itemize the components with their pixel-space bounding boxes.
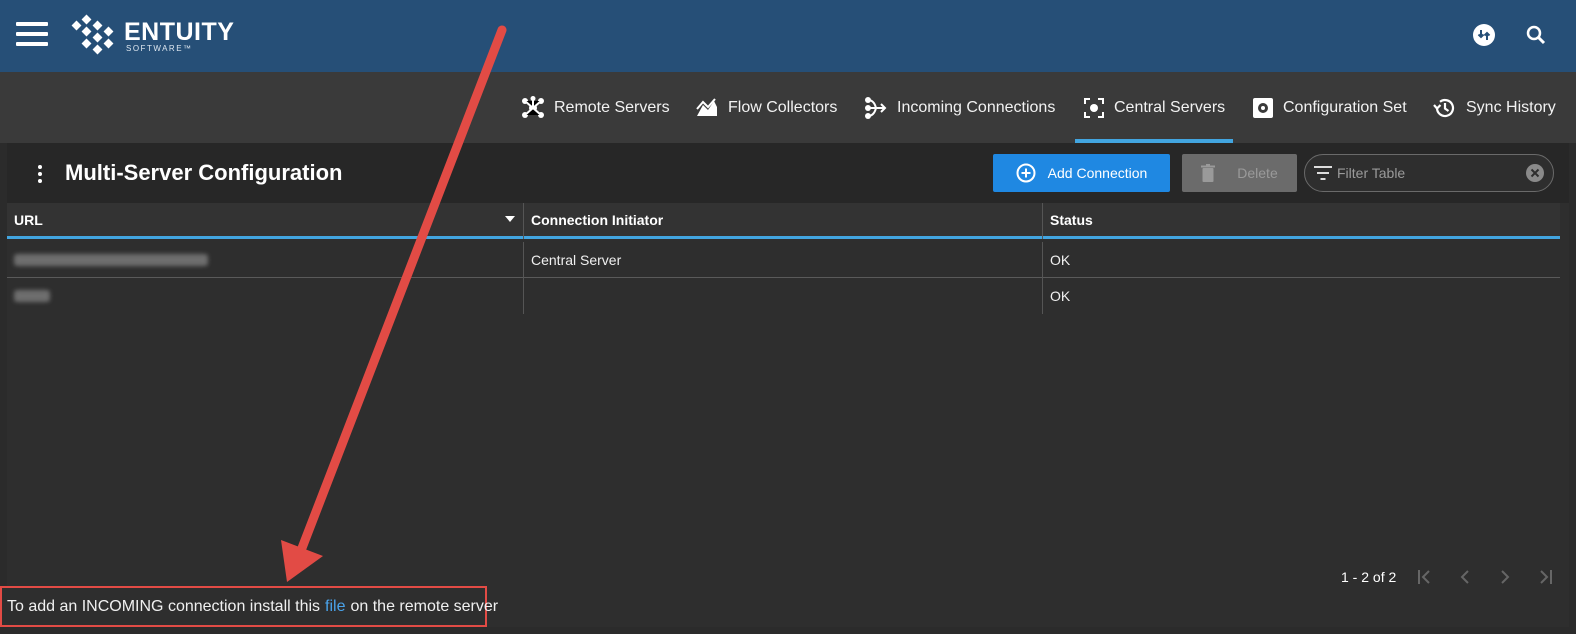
column-header-label: URL [14,211,43,228]
tab-incoming-connections[interactable]: Incoming Connections [864,72,1055,143]
tab-central-servers[interactable]: Central Servers [1075,72,1234,143]
url-cell [7,242,523,278]
download-file-link[interactable]: file [325,598,345,616]
hub-icon [522,95,544,118]
central-icon [1084,97,1104,118]
trash-icon [1201,164,1216,182]
tab-remote-servers[interactable]: Remote Servers [521,72,670,143]
history-icon [1433,98,1455,117]
logo-mark-icon [71,14,114,55]
table-row[interactable]: OK [7,278,1560,314]
column-header-connection-initiator[interactable]: Connection Initiator [524,203,1042,236]
initiator-cell: Central Server [531,252,622,268]
logo-name: ENTUITY [124,17,235,46]
table-row[interactable]: Central Server OK [7,242,1560,278]
clear-icon[interactable] [1525,163,1545,183]
tab-label: Configuration Set [1283,98,1407,116]
config-icon [1253,97,1273,118]
first-page-icon[interactable] [1414,567,1436,587]
page-title: Multi-Server Configuration [65,160,343,185]
tab-flow-collectors[interactable]: Flow Collectors [695,72,837,143]
url-cell [7,278,523,314]
entuity-logo[interactable]: ENTUITY SOFTWARE™ [70,14,234,58]
add-circle-icon [1016,163,1036,183]
incoming-icon [865,96,887,119]
delete-button[interactable]: Delete [1182,154,1297,192]
filter-table-field [1304,154,1554,192]
tab-label: Remote Servers [554,98,670,116]
incoming-connection-note: To add an INCOMING connection install th… [0,586,498,627]
tab-sync-history[interactable]: Sync History [1433,72,1556,143]
main-panel: Multi-Server Configuration Add Connectio… [7,143,1569,627]
delete-label: Delete [1237,165,1278,181]
panel-toolbar: Multi-Server Configuration Add Connectio… [7,143,1569,203]
add-connection-button[interactable]: Add Connection [993,154,1170,192]
flow-icon [696,97,717,116]
status-cell: OK [1050,288,1071,304]
pagination: 1 - 2 of 2 [1341,567,1556,587]
hamburger-menu-icon[interactable] [16,22,48,46]
search-icon[interactable] [1523,22,1549,48]
more-options-icon[interactable] [33,165,47,183]
column-header-label: Status [1050,211,1093,228]
column-header-url[interactable]: URL [7,203,523,236]
tab-label: Sync History [1466,98,1556,116]
app-header: ENTUITY SOFTWARE™ [0,0,1576,72]
add-connection-label: Add Connection [1047,165,1148,181]
table-header: URL Connection Initiator Status [7,203,1560,239]
tab-label: Central Servers [1114,98,1226,116]
page-range: 1 - 2 of 2 [1341,569,1397,585]
status-cell: OK [1050,252,1071,268]
note-text-before: To add an INCOMING connection install th… [7,597,321,615]
next-page-icon[interactable] [1494,567,1516,587]
sync-icon[interactable] [1471,22,1497,48]
tab-configuration-set[interactable]: Configuration Set [1252,72,1407,143]
note-text-after: on the remote server [350,597,499,615]
column-header-status[interactable]: Status [1043,203,1560,236]
section-tabs: Remote Servers Flow Collectors Incoming … [0,72,1576,143]
redacted-url [14,290,50,302]
sort-down-icon[interactable] [505,216,515,222]
initiator-cell [524,278,1042,314]
redacted-url [14,254,208,266]
filter-icon [1314,166,1332,180]
filter-input[interactable] [1337,163,1517,183]
previous-page-icon[interactable] [1454,567,1476,587]
tab-label: Flow Collectors [728,98,838,116]
tab-label: Incoming Connections [897,98,1056,116]
last-page-icon[interactable] [1534,567,1556,587]
column-header-label: Connection Initiator [531,211,664,228]
